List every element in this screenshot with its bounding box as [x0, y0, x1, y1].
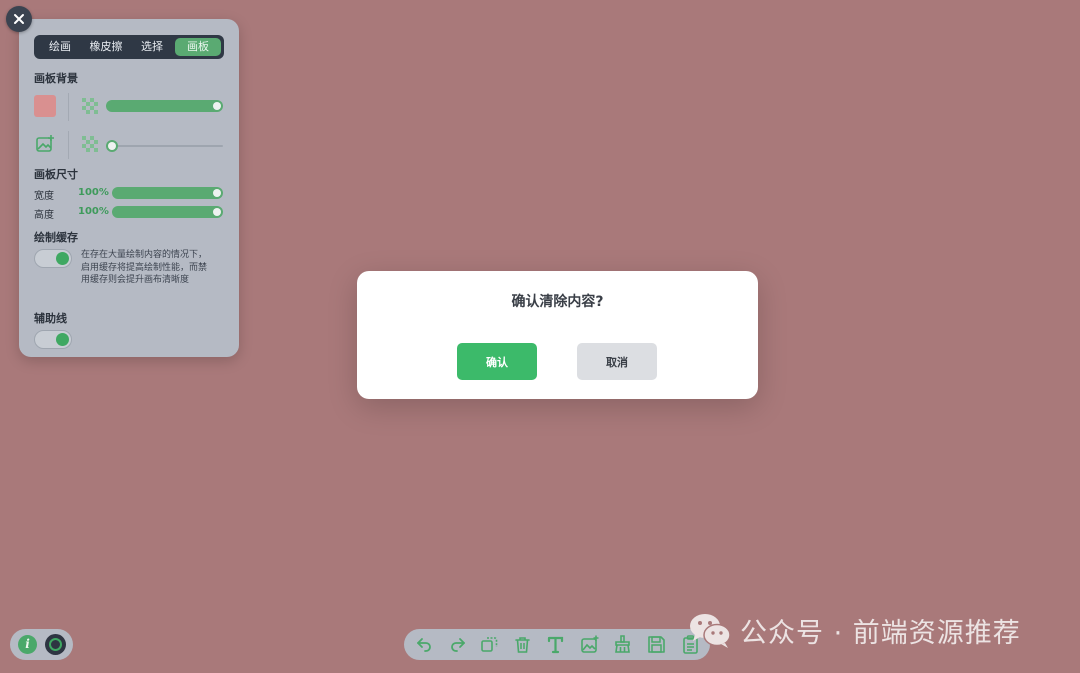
info-icon[interactable]: i [18, 635, 37, 654]
tab-draw[interactable]: 绘画 [37, 38, 83, 56]
background-image-opacity-slider[interactable] [106, 140, 223, 152]
text-icon[interactable] [545, 634, 566, 655]
board-size-title: 画板尺寸 [34, 168, 78, 181]
confirm-clear-dialog: 确认清除内容? 确认 取消 [357, 271, 758, 399]
image-add-icon[interactable] [35, 134, 55, 154]
height-value: 100% [78, 206, 109, 217]
divider [68, 93, 69, 121]
draw-cache-toggle[interactable] [34, 249, 72, 268]
redo-icon[interactable] [447, 634, 468, 655]
slider-track [106, 145, 223, 147]
theme-toggle-button[interactable] [45, 634, 66, 655]
transparency-icon [82, 98, 98, 114]
width-value: 100% [78, 187, 109, 198]
toggle-knob [56, 333, 69, 346]
clear-brush-icon[interactable] [612, 634, 633, 655]
tab-eraser[interactable]: 橡皮擦 [83, 38, 129, 56]
draw-cache-title: 绘制缓存 [34, 231, 78, 244]
guides-toggle[interactable] [34, 330, 72, 349]
divider [68, 131, 69, 159]
save-icon[interactable] [646, 634, 667, 655]
board-background-title: 画板背景 [34, 72, 78, 85]
slider-handle[interactable] [108, 142, 116, 150]
background-color-opacity-slider[interactable] [106, 100, 223, 112]
slider-fill [112, 187, 223, 199]
background-color-swatch[interactable] [34, 95, 56, 117]
slider-handle[interactable] [213, 208, 221, 216]
image-add-icon[interactable] [579, 634, 600, 655]
cancel-button[interactable]: 取消 [577, 343, 657, 380]
slider-fill [112, 206, 223, 218]
background-color-row [34, 90, 224, 124]
slider-handle[interactable] [213, 102, 221, 110]
draw-cache-row: 在存在大量绘制内容的情况下，启用缓存将提高绘制性能，而禁用缓存则会提升画布清晰度 [34, 249, 224, 303]
background-image-row [34, 128, 224, 162]
copy-icon[interactable] [479, 634, 500, 655]
dialog-title: 确认清除内容? [511, 294, 604, 310]
bottom-toolbar [404, 629, 710, 660]
height-label: 高度 [34, 210, 54, 221]
draw-cache-description: 在存在大量绘制内容的情况下，启用缓存将提高绘制性能，而禁用缓存则会提升画布清晰度 [81, 250, 208, 285]
toggle-knob [56, 252, 69, 265]
transparency-icon [82, 136, 98, 152]
width-row: 宽度 100% [34, 184, 224, 203]
width-slider[interactable] [112, 187, 223, 199]
height-slider[interactable] [112, 206, 223, 218]
slider-handle[interactable] [213, 189, 221, 197]
height-row: 高度 100% [34, 203, 224, 222]
tab-select[interactable]: 选择 [129, 38, 175, 56]
trash-icon[interactable] [512, 634, 533, 655]
slider-fill [106, 100, 223, 112]
guides-title: 辅助线 [34, 312, 67, 325]
watermark: 公众号 · 前端资源推荐 [688, 608, 1021, 652]
guides-row [34, 330, 224, 349]
wechat-logo-icon [690, 614, 731, 648]
confirm-button[interactable]: 确认 [457, 343, 537, 380]
tab-board[interactable]: 画板 [175, 38, 221, 56]
close-icon [14, 14, 24, 24]
undo-icon[interactable] [414, 634, 435, 655]
width-label: 宽度 [34, 191, 54, 202]
settings-panel: 绘画 橡皮擦 选择 画板 画板背景 画板尺寸 宽度 100% 高度 100% 绘… [19, 19, 239, 357]
bottom-left-controls: i [10, 629, 73, 660]
close-panel-button[interactable] [6, 6, 32, 32]
watermark-text: 公众号 · 前端资源推荐 [740, 617, 1021, 649]
panel-tabs: 绘画 橡皮擦 选择 画板 [34, 35, 224, 59]
